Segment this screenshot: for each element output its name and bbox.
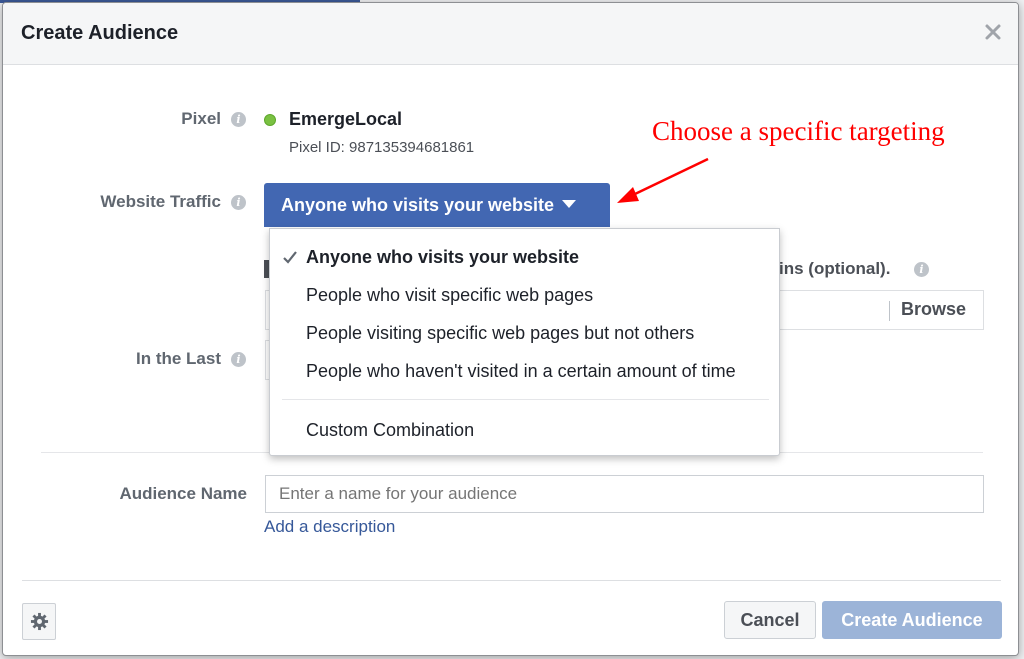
- domains-label: ins (optional).: [779, 259, 890, 279]
- menu-item-label: People visiting specific web pages but n…: [306, 323, 695, 343]
- info-icon[interactable]: i: [231, 112, 246, 127]
- pixel-name: EmergeLocal: [289, 109, 403, 129]
- menu-item-label: People who haven't visited in a certain …: [306, 361, 736, 381]
- settings-button[interactable]: [22, 603, 56, 640]
- menu-item-anyone[interactable]: Anyone who visits your website: [270, 239, 779, 275]
- menu-item-label: People who visit specific web pages: [306, 285, 594, 305]
- info-icon[interactable]: i: [231, 352, 246, 367]
- gear-icon: [30, 612, 49, 631]
- website-traffic-dropdown-button[interactable]: Anyone who visits your website: [264, 183, 610, 227]
- browse-button[interactable]: Browse: [901, 299, 966, 320]
- in-the-last-label: In the Last: [135, 349, 221, 368]
- menu-item-specific-pages[interactable]: People who visit specific web pages: [270, 277, 779, 313]
- dialog-header: Create Audience: [3, 3, 1018, 65]
- close-icon: [985, 24, 1001, 40]
- annotation-arrow-icon: [617, 157, 709, 203]
- dialog-title: Create Audience: [21, 22, 179, 44]
- close-button[interactable]: [982, 21, 1004, 43]
- pixel-status-dot: [264, 114, 276, 126]
- checkmark-icon: [283, 251, 297, 264]
- info-icon[interactable]: i: [231, 195, 246, 210]
- menu-item-label: Anyone who visits your website: [306, 247, 580, 267]
- create-audience-button[interactable]: Create Audience: [822, 601, 1002, 639]
- menu-item-specific-not-others[interactable]: People visiting specific web pages but n…: [270, 315, 779, 351]
- caret-down-icon: [562, 200, 577, 208]
- domains-label-text: ins (optional).: [779, 259, 891, 278]
- footer-divider: [22, 580, 1001, 581]
- info-icon[interactable]: i: [914, 262, 929, 277]
- pixel-id: Pixel ID: 987135394681861: [289, 139, 475, 156]
- menu-item-not-visited[interactable]: People who haven't visited in a certain …: [270, 353, 779, 389]
- website-traffic-menu: Anyone who visits your website People wh…: [269, 228, 780, 456]
- menu-divider: [282, 399, 769, 400]
- menu-item-custom-combination[interactable]: Custom Combination: [270, 412, 779, 448]
- website-traffic-label: Website Traffic: [100, 192, 221, 211]
- audience-name-label: Audience Name: [119, 484, 247, 503]
- menu-item-label: Custom Combination: [306, 420, 475, 440]
- browse-separator: [889, 301, 890, 321]
- create-audience-dialog: Create Audience Pixel i EmergeLocal Pixe…: [2, 2, 1019, 656]
- pixel-label: Pixel: [181, 109, 221, 128]
- audience-name-input[interactable]: [265, 475, 984, 513]
- cancel-button[interactable]: Cancel: [724, 601, 816, 639]
- add-description-link[interactable]: Add a description: [264, 517, 395, 537]
- annotation-text: Choose a specific targeting: [652, 116, 945, 146]
- website-traffic-selected: Anyone who visits your website: [281, 195, 555, 215]
